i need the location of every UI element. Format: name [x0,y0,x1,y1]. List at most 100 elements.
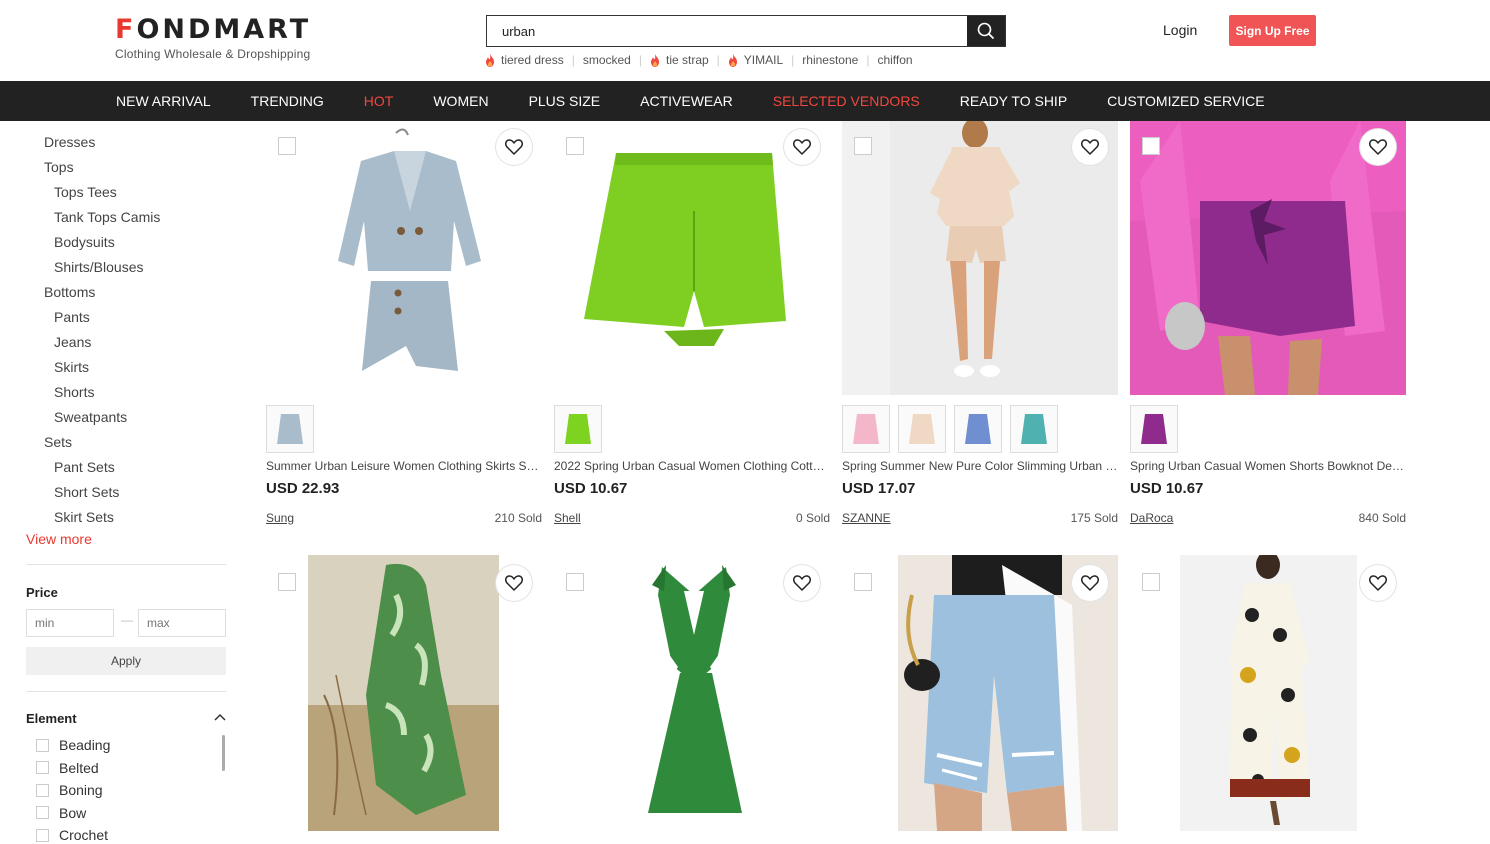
product-select-checkbox[interactable] [278,573,296,591]
product-card[interactable]: Spring Summer New Pure Color Slimming Ur… [842,121,1118,531]
vendor-link[interactable]: Shell [554,511,581,525]
category-shirts-blouses[interactable]: Shirts/Blouses [54,259,143,275]
nav-item-trending[interactable]: TRENDING [251,93,324,109]
product-card[interactable]: 2022 Spring Urban Casual Women Clothing … [554,121,830,531]
product-card[interactable] [554,555,830,844]
nav-item-activewear[interactable]: ACTIVEWEAR [640,93,733,109]
color-swatch[interactable] [954,405,1002,453]
product-card[interactable] [266,555,542,844]
chevron-up-icon[interactable] [214,713,226,721]
color-swatch[interactable] [1010,405,1058,453]
product-select-checkbox[interactable] [566,137,584,155]
category-dresses[interactable]: Dresses [44,134,95,150]
nav-item-women[interactable]: WOMEN [433,93,488,109]
product-price: USD 10.67 [554,480,628,497]
product-card[interactable] [1130,555,1406,844]
product-select-checkbox[interactable] [566,573,584,591]
checkbox[interactable] [36,783,49,797]
price-min-input[interactable] [26,609,114,637]
category-sets[interactable]: Sets [44,434,72,450]
nav-item-plus-size[interactable]: PLUS SIZE [529,93,601,109]
product-select-checkbox[interactable] [278,137,296,155]
wishlist-button[interactable] [1072,565,1108,601]
hot-term[interactable]: chiffon [877,53,912,67]
logo[interactable]: FONDMART Clothing Wholesale & Dropshippi… [115,14,311,61]
category-bottoms[interactable]: Bottoms [44,284,95,300]
vendor-link[interactable]: SZANNE [842,511,891,525]
category-skirt-sets[interactable]: Skirt Sets [54,509,114,525]
checkbox[interactable] [36,738,49,752]
product-card[interactable]: Summer Urban Leisure Women Clothing Skir… [266,121,542,531]
search-input[interactable] [487,16,967,46]
category-pants[interactable]: Pants [54,309,90,325]
nav-item-selected-vendors[interactable]: SELECTED VENDORS [773,93,920,109]
wishlist-button[interactable] [784,129,820,165]
hot-term[interactable]: YIMAIL [728,53,783,67]
sign-up-button[interactable]: Sign Up Free [1229,15,1316,46]
product-card[interactable]: Spring Urban Casual Women Shorts Bowknot… [1130,121,1406,531]
product-image[interactable] [554,121,830,395]
product-select-checkbox[interactable] [1142,573,1160,591]
category-bodysuits[interactable]: Bodysuits [54,234,115,250]
category-jeans[interactable]: Jeans [54,334,91,350]
product-select-checkbox[interactable] [854,137,872,155]
category-tank-tops-camis[interactable]: Tank Tops Camis [54,209,160,225]
price-apply-button[interactable]: Apply [26,647,226,675]
login-link[interactable]: Login [1163,22,1197,38]
wishlist-button[interactable] [784,565,820,601]
color-swatch[interactable] [554,405,602,453]
wishlist-button[interactable] [496,129,532,165]
vendor-link[interactable]: DaRoca [1130,511,1173,525]
price-max-input[interactable] [138,609,226,637]
category-sweatpants[interactable]: Sweatpants [54,409,127,425]
wishlist-button[interactable] [1360,129,1396,165]
element-filter-beading[interactable]: Beading [36,737,110,753]
product-card[interactable] [842,555,1118,844]
search-button[interactable] [967,16,1005,46]
category-short-sets[interactable]: Short Sets [54,484,119,500]
category-skirts[interactable]: Skirts [54,359,89,375]
product-select-checkbox[interactable] [1142,137,1160,155]
element-filter-crochet[interactable]: Crochet [36,827,108,843]
product-image[interactable] [1130,121,1406,395]
product-title[interactable]: 2022 Spring Urban Casual Women Clothing … [554,459,830,473]
hot-term[interactable]: smocked [583,53,631,67]
category-shorts[interactable]: Shorts [54,384,94,400]
category-pant-sets[interactable]: Pant Sets [54,459,115,475]
product-image[interactable] [266,121,542,395]
color-swatch[interactable] [266,405,314,453]
sidebar-scrollbar[interactable] [222,735,225,771]
nav-item-new-arrival[interactable]: NEW ARRIVAL [116,93,211,109]
color-swatch[interactable] [1130,405,1178,453]
element-filter-boning[interactable]: Boning [36,782,103,798]
product-title[interactable]: Summer Urban Leisure Women Clothing Skir… [266,459,542,473]
product-title[interactable]: Spring Summer New Pure Color Slimming Ur… [842,459,1118,473]
product-image[interactable] [1130,555,1406,831]
nav-item-ready-to-ship[interactable]: READY TO SHIP [960,93,1067,109]
hot-term[interactable]: tiered dress [485,53,564,67]
product-title[interactable]: Spring Urban Casual Women Shorts Bowknot… [1130,459,1406,473]
hot-term[interactable]: tie strap [650,53,709,67]
checkbox[interactable] [36,761,49,774]
product-image[interactable] [842,121,1118,395]
category-tops-tees[interactable]: Tops Tees [54,184,117,200]
checkbox[interactable] [36,806,49,819]
wishlist-button[interactable] [496,565,532,601]
vendor-link[interactable]: Sung [266,511,294,525]
product-image[interactable] [266,555,542,831]
color-swatch[interactable] [842,405,890,453]
category-tops[interactable]: Tops [44,159,74,175]
hot-term[interactable]: rhinestone [802,53,858,67]
wishlist-button[interactable] [1360,565,1396,601]
element-filter-bow[interactable]: Bow [36,805,86,821]
view-more-link[interactable]: View more [26,531,92,547]
nav-item-hot[interactable]: HOT [364,93,394,109]
wishlist-button[interactable] [1072,129,1108,165]
nav-item-customized-service[interactable]: CUSTOMIZED SERVICE [1107,93,1264,109]
checkbox[interactable] [36,828,49,842]
element-filter-belted[interactable]: Belted [36,760,99,776]
product-image[interactable] [842,555,1118,831]
product-image[interactable] [554,555,830,831]
product-select-checkbox[interactable] [854,573,872,591]
color-swatch[interactable] [898,405,946,453]
